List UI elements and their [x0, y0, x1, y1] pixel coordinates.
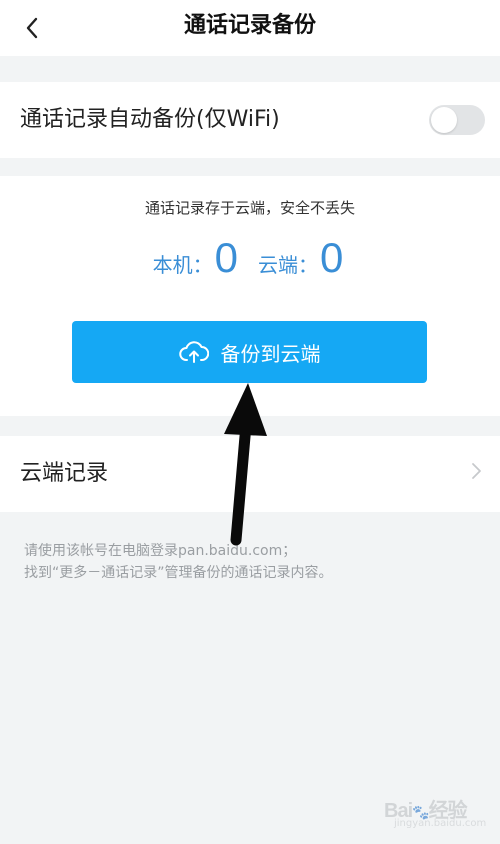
cloud-upload-icon [178, 341, 209, 363]
auto-backup-row: 通话记录自动备份(仅WiFi) [0, 82, 500, 158]
page-title: 通话记录备份 [183, 13, 316, 38]
cloud-records-row[interactable]: 云端记录 [0, 436, 500, 512]
auto-backup-label: 通话记录自动备份(仅WiFi) [20, 107, 280, 132]
footnote-line-1: 请使用该帐号在电脑登录pan.baidu.com； [24, 543, 297, 559]
toggle-knob [431, 107, 457, 133]
cloud-records-label: 云端记录 [20, 461, 109, 486]
backup-panel: 通话记录存于云端，安全不丢失 本机：0 云端：0 备份到云端 [0, 176, 500, 416]
cloud-count: 0 [320, 234, 344, 281]
top-bar: 通话记录备份 [0, 0, 500, 56]
backup-note: 通话记录存于云端，安全不丢失 [144, 199, 355, 217]
backup-to-cloud-button[interactable]: 备份到云端 [72, 321, 427, 383]
backup-to-cloud-label: 备份到云端 [220, 341, 321, 366]
auto-backup-toggle[interactable] [429, 105, 485, 135]
local-count: 0 [214, 234, 238, 281]
watermark-logo: Bai🐾经验 jingyan.baidu.com [384, 800, 487, 829]
count-summary: 本机：0 云端：0 [0, 234, 500, 282]
footnote: 请使用该帐号在电脑登录pan.baidu.com； 找到“更多－通话记录”管理备… [24, 540, 333, 584]
local-count-label: 本机： [152, 253, 213, 277]
cloud-count-label: 云端： [258, 253, 318, 277]
footnote-line-2: 找到“更多－通话记录”管理备份的通话记录内容。 [24, 565, 333, 581]
chevron-right-icon [472, 463, 481, 479]
